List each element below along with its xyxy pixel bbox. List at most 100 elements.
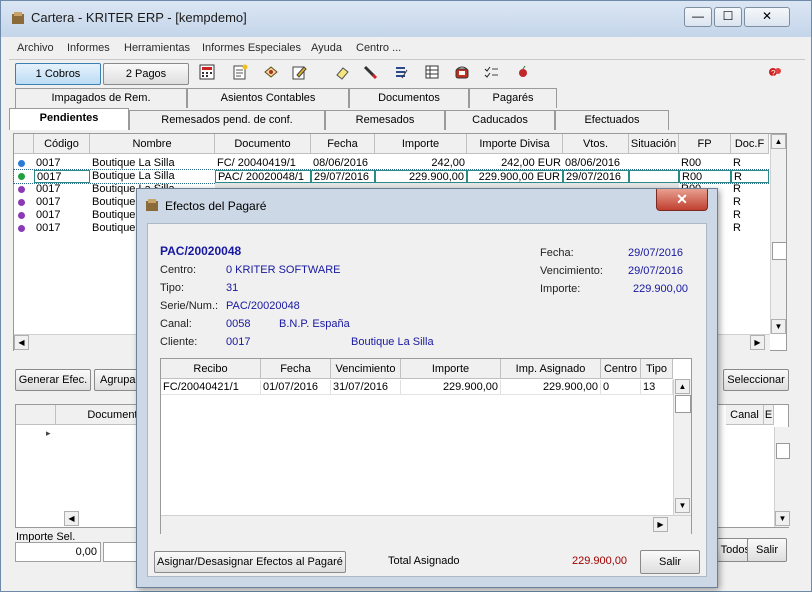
col-docf[interactable]: Doc.F — [731, 134, 769, 154]
tab-asientos[interactable]: Asientos Contables — [187, 88, 349, 108]
help-icon[interactable]: ? — [767, 64, 785, 82]
menu-bar: Archivo Informes Herramientas Informes E… — [9, 39, 805, 60]
efectos-hscroll[interactable]: ▶ — [161, 515, 691, 534]
cliente-name: Boutique La Silla — [351, 336, 434, 348]
cell-fecha: 08/06/2016 — [313, 157, 369, 169]
efectos-col-imp-asignado[interactable]: Imp. Asignado — [501, 359, 601, 379]
menu-ayuda[interactable]: Ayuda — [311, 42, 342, 54]
col-nombre[interactable]: Nombre — [90, 134, 215, 154]
calculator-icon[interactable] — [199, 64, 217, 82]
efectos-col-tipo[interactable]: Tipo — [641, 359, 673, 379]
detail-col-canal[interactable]: Canal — [726, 405, 764, 425]
agrupar-button[interactable]: Agrupar — [94, 369, 140, 391]
tab-pendientes[interactable]: Pendientes — [9, 108, 129, 130]
menu-centro[interactable]: Centro ... — [356, 42, 401, 54]
main-grid-vscroll[interactable]: ▲ ▼ — [770, 134, 787, 334]
efectos-scroll-thumb[interactable] — [675, 395, 691, 413]
cobros-button[interactable]: 1 Cobros — [15, 63, 101, 85]
maximize-button[interactable]: ☐ — [714, 7, 742, 27]
efectos-col-recibo[interactable]: Recibo — [161, 359, 261, 379]
menu-informes-especiales[interactable]: Informes Especiales — [202, 42, 301, 54]
col-situacion[interactable]: Situación — [629, 134, 679, 154]
grid-view-icon[interactable] — [424, 64, 442, 82]
efectos-grid: Recibo Fecha Vencimiento Importe Imp. As… — [160, 358, 692, 534]
tab-impagados[interactable]: Impagados de Rem. — [15, 88, 187, 108]
dialog-title-bar[interactable]: Efectos del Pagaré ✕ — [137, 189, 717, 221]
checklist-icon[interactable] — [483, 64, 501, 82]
seleccionar-button[interactable]: Seleccionar — [723, 369, 789, 391]
detail-scroll-thumb[interactable] — [776, 443, 790, 459]
scroll-thumb[interactable] — [772, 242, 787, 260]
total-asignado-value: 229.900,00 — [572, 555, 628, 567]
efectos-scroll-right-icon[interactable]: ▶ — [653, 517, 668, 532]
salir-main-button[interactable]: Salir — [747, 538, 787, 562]
scroll-left-icon[interactable]: ◀ — [14, 335, 29, 350]
efecto-row[interactable]: FC/20040421/1 01/07/2016 31/07/2016 229.900… — [161, 380, 673, 395]
scroll-right-icon[interactable]: ▶ — [750, 335, 765, 350]
efectos-col-fecha[interactable]: Fecha — [261, 359, 331, 379]
eraser-icon[interactable] — [334, 64, 352, 82]
payment-icon[interactable] — [263, 64, 281, 82]
new-document-icon[interactable] — [232, 64, 250, 82]
tab-remesados-pend[interactable]: Remesados pend. de conf. — [129, 110, 325, 130]
serie-label: Serie/Num.: — [160, 300, 219, 312]
phone-icon[interactable] — [454, 64, 472, 82]
efectos-col-vencimiento[interactable]: Vencimiento — [331, 359, 401, 379]
col-importe[interactable]: Importe — [375, 134, 467, 154]
col-documento[interactable]: Documento — [215, 134, 311, 154]
table-row[interactable]: 0017 Boutique La Silla FC/ 20040419/1 08/06… — [14, 157, 770, 170]
cell-codigo: 0017 — [36, 222, 61, 234]
apple-icon[interactable] — [515, 64, 533, 82]
efectos-col-importe[interactable]: Importe — [401, 359, 501, 379]
efectos-col-centro[interactable]: Centro — [601, 359, 641, 379]
table-row[interactable]: 0017 Boutique La Silla PAC/ 20020048/1 29/0… — [13, 169, 771, 184]
canal-code: 0058 — [226, 318, 251, 330]
col-fp[interactable]: FP — [679, 134, 731, 154]
tab-caducados[interactable]: Caducados — [445, 110, 555, 130]
marker-icon[interactable] — [362, 64, 380, 82]
efectos-scroll-up-icon[interactable]: ▲ — [675, 379, 690, 394]
centro-value: 0 KRITER SOFTWARE — [226, 264, 341, 276]
col-codigo[interactable]: Código — [34, 134, 90, 154]
scroll-up-icon[interactable]: ▲ — [771, 134, 786, 149]
col-importe-divisa[interactable]: Importe Divisa — [467, 134, 563, 154]
efecto-cell-tipo: 13 — [641, 380, 673, 394]
list-edit-icon[interactable] — [393, 64, 411, 82]
cell-divisa: 242,00 EUR — [501, 157, 561, 169]
scroll-down-icon[interactable]: ▼ — [771, 319, 786, 334]
menu-archivo[interactable]: Archivo — [17, 42, 54, 54]
dialog-salir-button[interactable]: Salir — [640, 550, 700, 574]
detail-vscroll[interactable]: ▼ — [774, 427, 790, 527]
efectos-vscroll[interactable]: ▲ ▼ — [673, 379, 691, 515]
pagos-button[interactable]: 2 Pagos — [103, 63, 189, 85]
detail-scroll-down-icon[interactable]: ▼ — [775, 511, 790, 526]
efecto-cell-recibo: FC/20040421/1 — [161, 380, 261, 394]
main-grid-header: Código Nombre Documento Fecha Importe Im… — [14, 134, 786, 156]
tab-efectuados[interactable]: Efectuados — [555, 110, 669, 130]
cell-vtos: 08/06/2016 — [565, 157, 621, 169]
detail-col-e[interactable]: E — [764, 405, 774, 425]
cell-documento: PAC/ 20020048/1 — [215, 170, 311, 183]
edit-document-icon[interactable] — [291, 64, 309, 82]
title-bar[interactable]: Cartera - KRITER ERP - [kempdemo] — ☐ ✕ — [1, 1, 811, 37]
menu-herramientas[interactable]: Herramientas — [124, 42, 190, 54]
tipo-label: Tipo: — [160, 282, 185, 294]
close-button[interactable]: ✕ — [744, 7, 790, 27]
asignar-desasignar-button[interactable]: Asignar/Desasignar Efectos al Pagaré — [154, 551, 346, 573]
dialog-close-button[interactable]: ✕ — [656, 189, 708, 211]
importe-sel-field[interactable]: 0,00 — [15, 542, 101, 562]
tab-pagares[interactable]: Pagarés — [469, 88, 557, 108]
generar-efec-button[interactable]: Generar Efec. — [15, 369, 91, 391]
efectos-scroll-down-icon[interactable]: ▼ — [675, 498, 690, 513]
dialog-body: PAC/20020048 Centro: 0 KRITER SOFTWARE T… — [147, 223, 707, 577]
tab-documentos[interactable]: Documentos — [349, 88, 469, 108]
cell-docf: R — [731, 170, 769, 183]
cell-importe: 242,00 — [431, 157, 465, 169]
tab-remesados[interactable]: Remesados — [325, 110, 445, 130]
col-vtos[interactable]: Vtos. — [563, 134, 629, 154]
detail-scroll-left-icon[interactable]: ◀ — [64, 511, 79, 526]
menu-informes[interactable]: Informes — [67, 42, 110, 54]
cell-codigo: 0017 — [36, 209, 61, 221]
col-fecha[interactable]: Fecha — [311, 134, 375, 154]
minimize-button[interactable]: — — [684, 7, 712, 27]
